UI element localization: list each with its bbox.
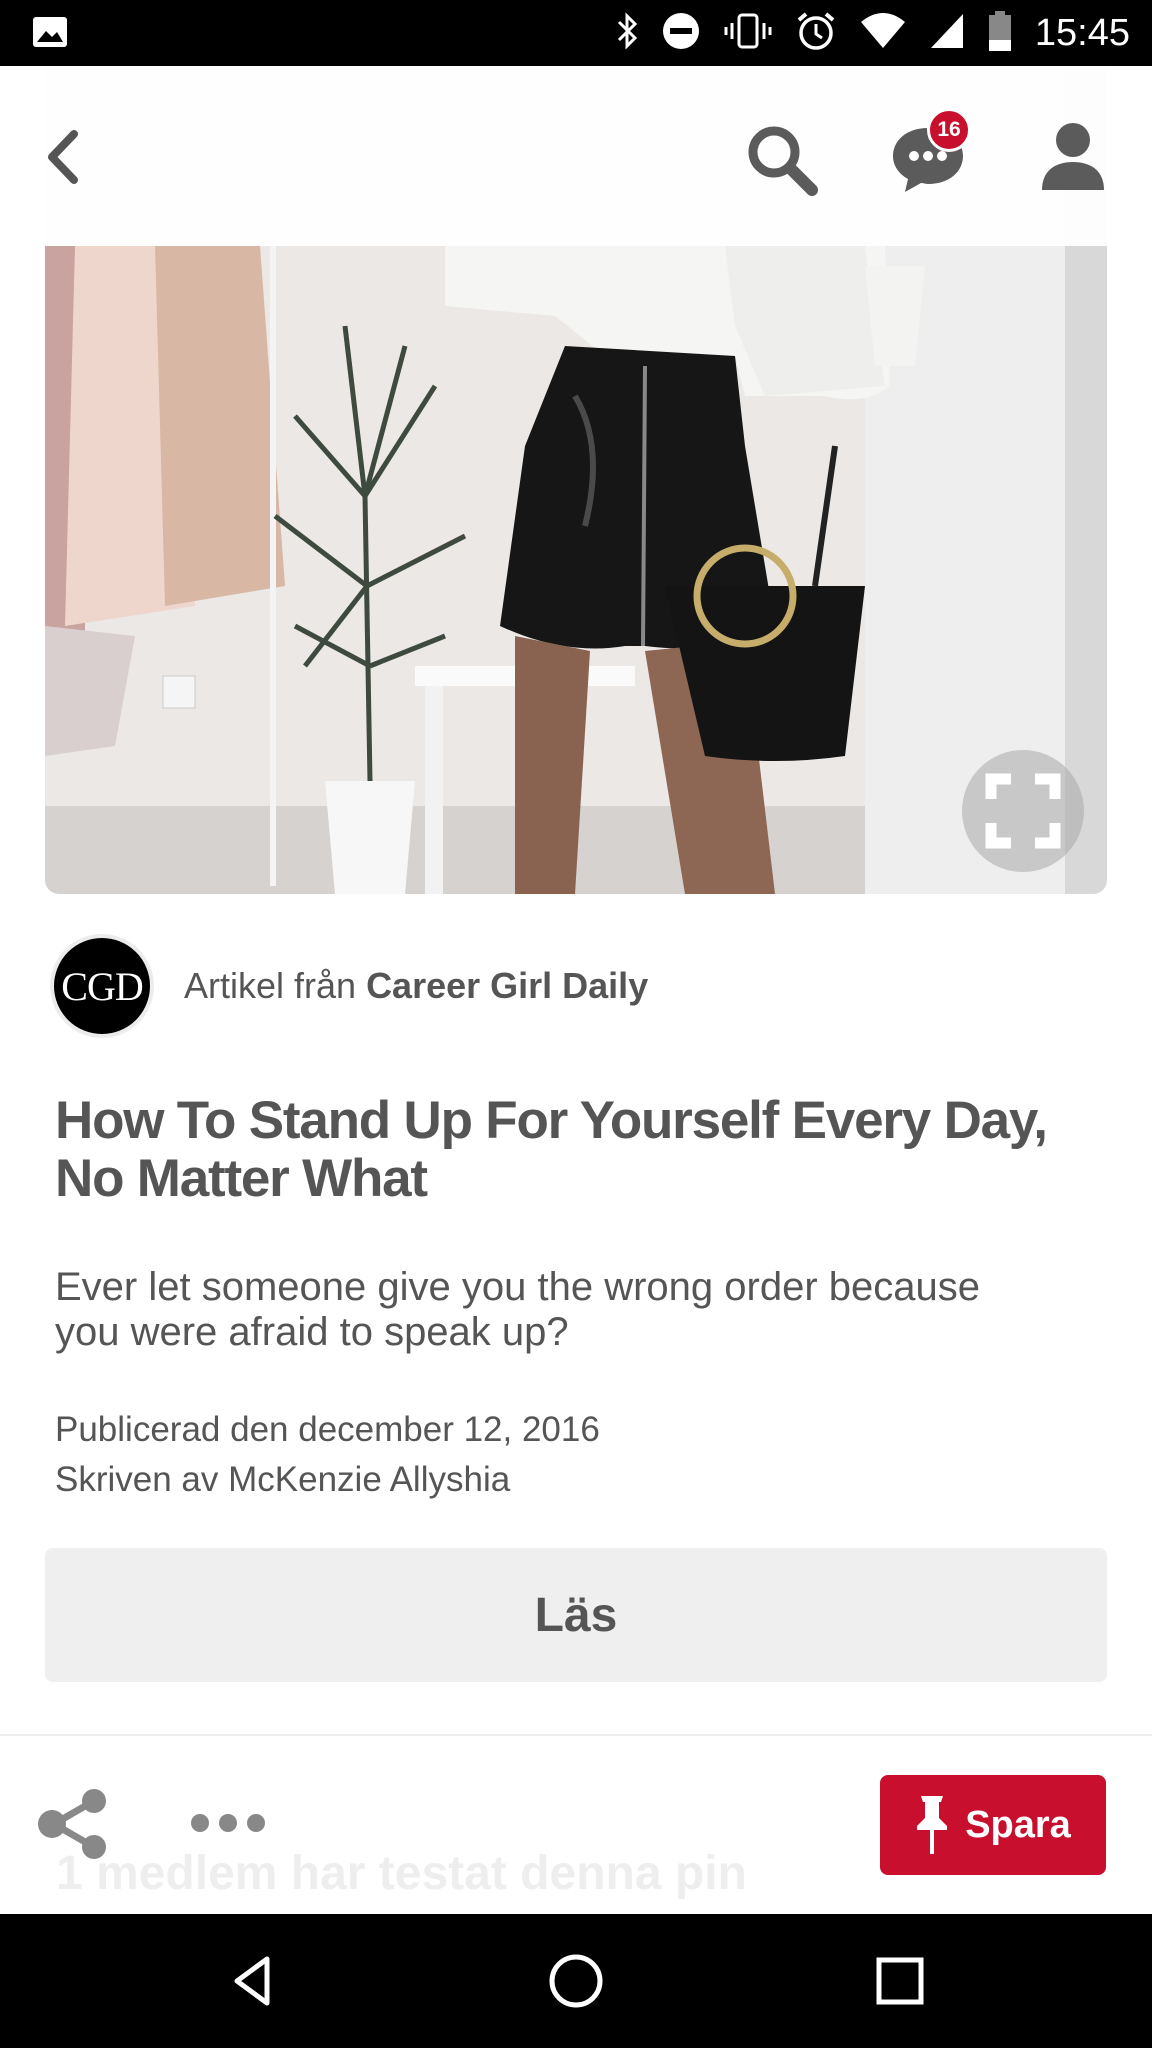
article-meta: Publicerad den december 12, 2016 Skriven… bbox=[55, 1405, 1055, 1505]
source-prefix: Artikel från bbox=[184, 965, 367, 1006]
recents-square-icon[interactable] bbox=[855, 1936, 945, 2026]
system-navigation-bar bbox=[0, 1914, 1152, 2048]
chevron-left-icon[interactable] bbox=[36, 122, 92, 192]
messages-badge: 16 bbox=[927, 108, 971, 152]
alarm-icon bbox=[795, 10, 837, 57]
author-line: Skriven av McKenzie Allyshia bbox=[55, 1460, 511, 1499]
article-title: How To Stand Up For Yourself Every Day, … bbox=[55, 1091, 1048, 1208]
source-avatar[interactable]: CGD bbox=[50, 934, 154, 1038]
article-description: Ever let someone give you the wrong orde… bbox=[55, 1265, 980, 1354]
bluetooth-icon bbox=[615, 11, 639, 56]
status-icons: 15:45 bbox=[615, 8, 1130, 58]
vibrate-icon bbox=[723, 11, 773, 56]
source-attribution: Artikel från Career Girl Daily bbox=[184, 965, 648, 1007]
visual-search-icon[interactable] bbox=[962, 750, 1084, 872]
save-label: Spara bbox=[965, 1803, 1071, 1846]
read-button[interactable]: Läs bbox=[45, 1548, 1107, 1682]
source-row[interactable]: CGD Artikel från Career Girl Daily bbox=[50, 934, 648, 1038]
wifi-icon bbox=[859, 12, 907, 55]
pin-detail-screen: 15:45 16 CGD Artikel från Career Girl Da… bbox=[0, 0, 1152, 2048]
share-icon[interactable] bbox=[36, 1788, 116, 1860]
search-icon[interactable] bbox=[742, 120, 822, 200]
save-button[interactable]: Spara bbox=[880, 1775, 1106, 1875]
tried-pin-count: 1 medlem har testat denna pin bbox=[56, 1847, 747, 1900]
source-name-link[interactable]: Career Girl Daily bbox=[366, 965, 648, 1006]
status-bar: 15:45 bbox=[0, 0, 1152, 66]
published-date: Publicerad den december 12, 2016 bbox=[55, 1410, 600, 1449]
more-dots-icon[interactable] bbox=[188, 1808, 268, 1838]
status-time: 15:45 bbox=[1034, 11, 1130, 54]
gallery-notification-icon bbox=[32, 16, 68, 53]
divider bbox=[0, 1734, 1152, 1736]
back-triangle-icon[interactable] bbox=[208, 1936, 298, 2026]
do-not-disturb-icon bbox=[661, 11, 701, 56]
battery-icon bbox=[987, 10, 1013, 57]
cellular-signal-icon bbox=[929, 12, 965, 55]
person-icon[interactable] bbox=[1036, 118, 1110, 198]
pin-icon bbox=[917, 1796, 948, 1854]
home-circle-icon[interactable] bbox=[531, 1936, 621, 2026]
